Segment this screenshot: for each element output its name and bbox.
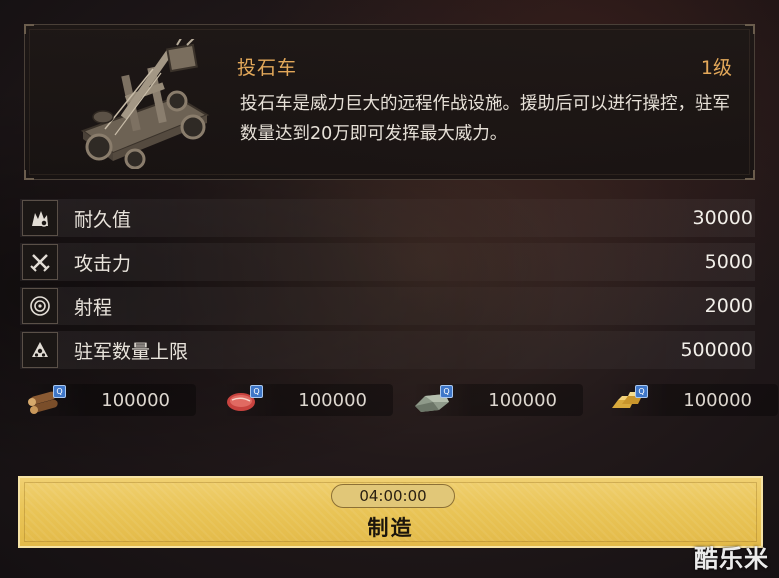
item-description: 投石车是威力巨大的远程作战设施。援助后可以进行操控，驻军数量达到20万即可发挥最… [240, 94, 730, 144]
crossed-swords-icon [22, 244, 58, 280]
item-name: 投石车 [237, 57, 298, 79]
item-info-card: 投石车 1级 投石车是威力巨大的远程作战设施。援助后可以进行操控，驻军数量达到2… [24, 24, 755, 180]
cost-amount: 100000 [298, 390, 367, 411]
info-badge-icon[interactable]: Q [250, 385, 263, 398]
cost-wood: Q 100000 [26, 384, 196, 416]
stat-value: 30000 [692, 207, 753, 229]
build-button[interactable]: 04:00:00 制造 [18, 476, 763, 548]
stat-value: 500000 [680, 339, 753, 361]
stat-row-troops: 驻军数量上限 500000 [20, 331, 755, 369]
stat-label: 攻击力 [74, 252, 132, 275]
cost-meat: Q 100000 [223, 384, 393, 416]
card-corner [745, 24, 755, 34]
cost-amount: 100000 [488, 390, 557, 411]
durability-icon [22, 200, 58, 236]
card-corner [24, 170, 34, 180]
cost-gold: Q 100000 [608, 384, 778, 416]
card-corner [745, 170, 755, 180]
info-badge-icon[interactable]: Q [635, 385, 648, 398]
stat-label: 耐久值 [74, 208, 132, 231]
cost-amount: 100000 [683, 390, 752, 411]
watermark: 酷乐米 [694, 545, 769, 573]
stat-label: 射程 [74, 296, 113, 319]
info-badge-icon[interactable]: Q [53, 385, 66, 398]
stat-value: 2000 [704, 295, 753, 317]
troops-icon [22, 332, 58, 368]
catapult-icon [80, 39, 210, 169]
stat-row-attack: 攻击力 5000 [20, 243, 755, 281]
item-level: 1级 [700, 57, 732, 79]
stat-row-durability: 耐久值 30000 [20, 199, 755, 237]
stat-value: 5000 [704, 251, 753, 273]
build-timer: 04:00:00 [331, 484, 455, 508]
cost-amount: 100000 [101, 390, 170, 411]
target-icon [22, 288, 58, 324]
info-badge-icon[interactable]: Q [440, 385, 453, 398]
stat-row-range: 射程 2000 [20, 287, 755, 325]
stat-label: 驻军数量上限 [74, 340, 189, 363]
build-button-label: 制造 [367, 516, 414, 540]
card-corner [24, 24, 34, 34]
cost-stone: Q 100000 [413, 384, 583, 416]
